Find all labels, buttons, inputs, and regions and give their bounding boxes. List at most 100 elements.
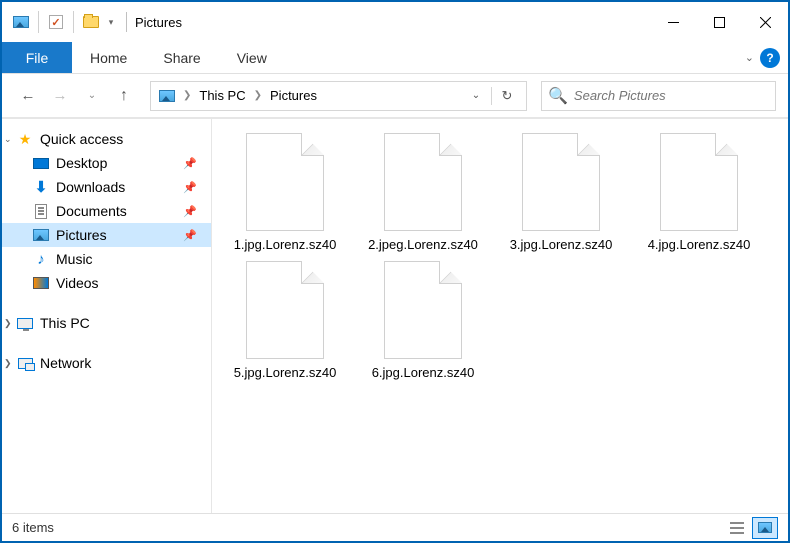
sidebar-item-documents[interactable]: Documents 📌 bbox=[2, 199, 211, 223]
chevron-right-icon[interactable]: ❯ bbox=[4, 358, 12, 369]
close-icon bbox=[760, 17, 771, 28]
pin-icon: 📌 bbox=[183, 229, 197, 242]
tab-view[interactable]: View bbox=[219, 42, 285, 73]
sidebar-item-music[interactable]: ♪ Music bbox=[2, 247, 211, 271]
window-title: Pictures bbox=[135, 15, 182, 30]
thumbnails-view-button[interactable] bbox=[752, 517, 778, 539]
file-icon bbox=[384, 261, 462, 359]
files-grid: 1.jpg.Lorenz.sz40 2.jpeg.Lorenz.sz40 3.j… bbox=[222, 133, 778, 382]
content-pane[interactable]: 1.jpg.Lorenz.sz40 2.jpeg.Lorenz.sz40 3.j… bbox=[212, 119, 788, 513]
file-name: 5.jpg.Lorenz.sz40 bbox=[234, 365, 337, 381]
navigation-pane: ⌄ ★ Quick access Desktop 📌 ⬇ Downloads 📌… bbox=[2, 119, 212, 513]
file-icon bbox=[246, 133, 324, 231]
nav-label: Music bbox=[56, 251, 93, 267]
file-icon bbox=[522, 133, 600, 231]
close-button[interactable] bbox=[742, 2, 788, 42]
chevron-right-icon[interactable]: ❯ bbox=[254, 90, 262, 101]
tab-home[interactable]: Home bbox=[72, 42, 145, 73]
search-box[interactable]: 🔍 bbox=[541, 81, 776, 111]
quick-access-toolbar: ✓ ▾ bbox=[8, 9, 118, 35]
nav-label: This PC bbox=[40, 315, 90, 331]
breadcrumb-label: Pictures bbox=[270, 88, 317, 103]
file-item[interactable]: 5.jpg.Lorenz.sz40 bbox=[222, 261, 348, 381]
star-icon: ★ bbox=[16, 130, 34, 148]
sidebar-item-videos[interactable]: Videos bbox=[2, 271, 211, 295]
pictures-icon bbox=[159, 90, 175, 102]
file-icon bbox=[384, 133, 462, 231]
maximize-button[interactable] bbox=[696, 2, 742, 42]
thumbnails-icon bbox=[758, 522, 772, 533]
file-item[interactable]: 4.jpg.Lorenz.sz40 bbox=[636, 133, 762, 253]
breadcrumb-dropdown[interactable]: ⌄ bbox=[461, 82, 491, 110]
breadcrumb[interactable]: ❯ This PC ❯ Pictures ⌄ ↻ bbox=[150, 81, 527, 111]
app-icon[interactable] bbox=[8, 9, 34, 35]
body: ⌄ ★ Quick access Desktop 📌 ⬇ Downloads 📌… bbox=[2, 118, 788, 513]
nav-label: Network bbox=[40, 355, 91, 371]
network-icon bbox=[18, 358, 33, 369]
music-icon: ♪ bbox=[32, 250, 50, 268]
back-button[interactable]: ← bbox=[14, 82, 42, 110]
desktop-icon bbox=[33, 158, 49, 169]
sidebar-item-network[interactable]: ❯ Network bbox=[2, 351, 211, 375]
item-count: 6 items bbox=[12, 520, 54, 535]
sidebar-item-desktop[interactable]: Desktop 📌 bbox=[2, 151, 211, 175]
minimize-button[interactable] bbox=[650, 2, 696, 42]
refresh-button[interactable]: ↻ bbox=[492, 82, 522, 110]
chevron-down-icon[interactable]: ⌄ bbox=[4, 134, 12, 145]
minimize-icon bbox=[668, 22, 679, 23]
pictures-icon bbox=[13, 16, 29, 28]
titlebar: ✓ ▾ Pictures bbox=[2, 2, 788, 42]
ribbon-expand-icon[interactable]: ⌄ bbox=[745, 51, 754, 64]
file-name: 6.jpg.Lorenz.sz40 bbox=[372, 365, 475, 381]
this-pc-group: ❯ This PC bbox=[2, 311, 211, 335]
details-view-button[interactable] bbox=[724, 517, 750, 539]
chevron-right-icon[interactable]: ❯ bbox=[4, 318, 12, 329]
nav-label: Pictures bbox=[56, 227, 107, 243]
breadcrumb-root[interactable] bbox=[155, 90, 179, 102]
properties-button[interactable]: ✓ bbox=[43, 9, 69, 35]
downloads-icon: ⬇ bbox=[32, 178, 50, 196]
file-name: 4.jpg.Lorenz.sz40 bbox=[648, 237, 751, 253]
pictures-icon bbox=[33, 229, 49, 241]
search-input[interactable] bbox=[574, 88, 769, 103]
pc-icon bbox=[17, 318, 33, 329]
file-icon bbox=[246, 261, 324, 359]
file-item[interactable]: 1.jpg.Lorenz.sz40 bbox=[222, 133, 348, 253]
view-toggles bbox=[724, 517, 778, 539]
help-button[interactable]: ? bbox=[760, 48, 780, 68]
window-controls bbox=[650, 2, 788, 42]
breadcrumb-pictures[interactable]: Pictures bbox=[266, 88, 321, 103]
file-item[interactable]: 6.jpg.Lorenz.sz40 bbox=[360, 261, 486, 381]
sidebar-item-this-pc[interactable]: ❯ This PC bbox=[2, 311, 211, 335]
nav-label: Videos bbox=[56, 275, 99, 291]
up-button[interactable]: ↑ bbox=[110, 82, 138, 110]
documents-icon bbox=[35, 204, 47, 219]
recent-dropdown[interactable]: ⌄ bbox=[78, 82, 106, 110]
details-icon bbox=[730, 522, 744, 534]
nav-label: Quick access bbox=[40, 131, 123, 147]
qat-dropdown[interactable]: ▾ bbox=[104, 9, 118, 35]
tab-share[interactable]: Share bbox=[145, 42, 218, 73]
forward-button[interactable]: → bbox=[46, 82, 74, 110]
file-name: 2.jpeg.Lorenz.sz40 bbox=[368, 237, 478, 253]
breadcrumb-this-pc[interactable]: This PC bbox=[195, 88, 249, 103]
explorer-window: ✓ ▾ Pictures File Home Share View ⌄ ? ← … bbox=[0, 0, 790, 543]
new-folder-button[interactable] bbox=[78, 9, 104, 35]
separator bbox=[38, 11, 39, 33]
navigation-row: ← → ⌄ ↑ ❯ This PC ❯ Pictures ⌄ ↻ 🔍 bbox=[2, 74, 788, 118]
quick-access[interactable]: ⌄ ★ Quick access bbox=[2, 127, 211, 151]
folder-icon bbox=[83, 16, 99, 28]
maximize-icon bbox=[714, 17, 725, 28]
nav-label: Downloads bbox=[56, 179, 125, 195]
file-name: 1.jpg.Lorenz.sz40 bbox=[234, 237, 337, 253]
file-name: 3.jpg.Lorenz.sz40 bbox=[510, 237, 613, 253]
pin-icon: 📌 bbox=[183, 205, 197, 218]
file-tab[interactable]: File bbox=[2, 42, 72, 73]
separator bbox=[73, 11, 74, 33]
videos-icon bbox=[33, 277, 49, 289]
sidebar-item-pictures[interactable]: Pictures 📌 bbox=[2, 223, 211, 247]
sidebar-item-downloads[interactable]: ⬇ Downloads 📌 bbox=[2, 175, 211, 199]
file-item[interactable]: 3.jpg.Lorenz.sz40 bbox=[498, 133, 624, 253]
chevron-right-icon[interactable]: ❯ bbox=[183, 90, 191, 101]
file-item[interactable]: 2.jpeg.Lorenz.sz40 bbox=[360, 133, 486, 253]
